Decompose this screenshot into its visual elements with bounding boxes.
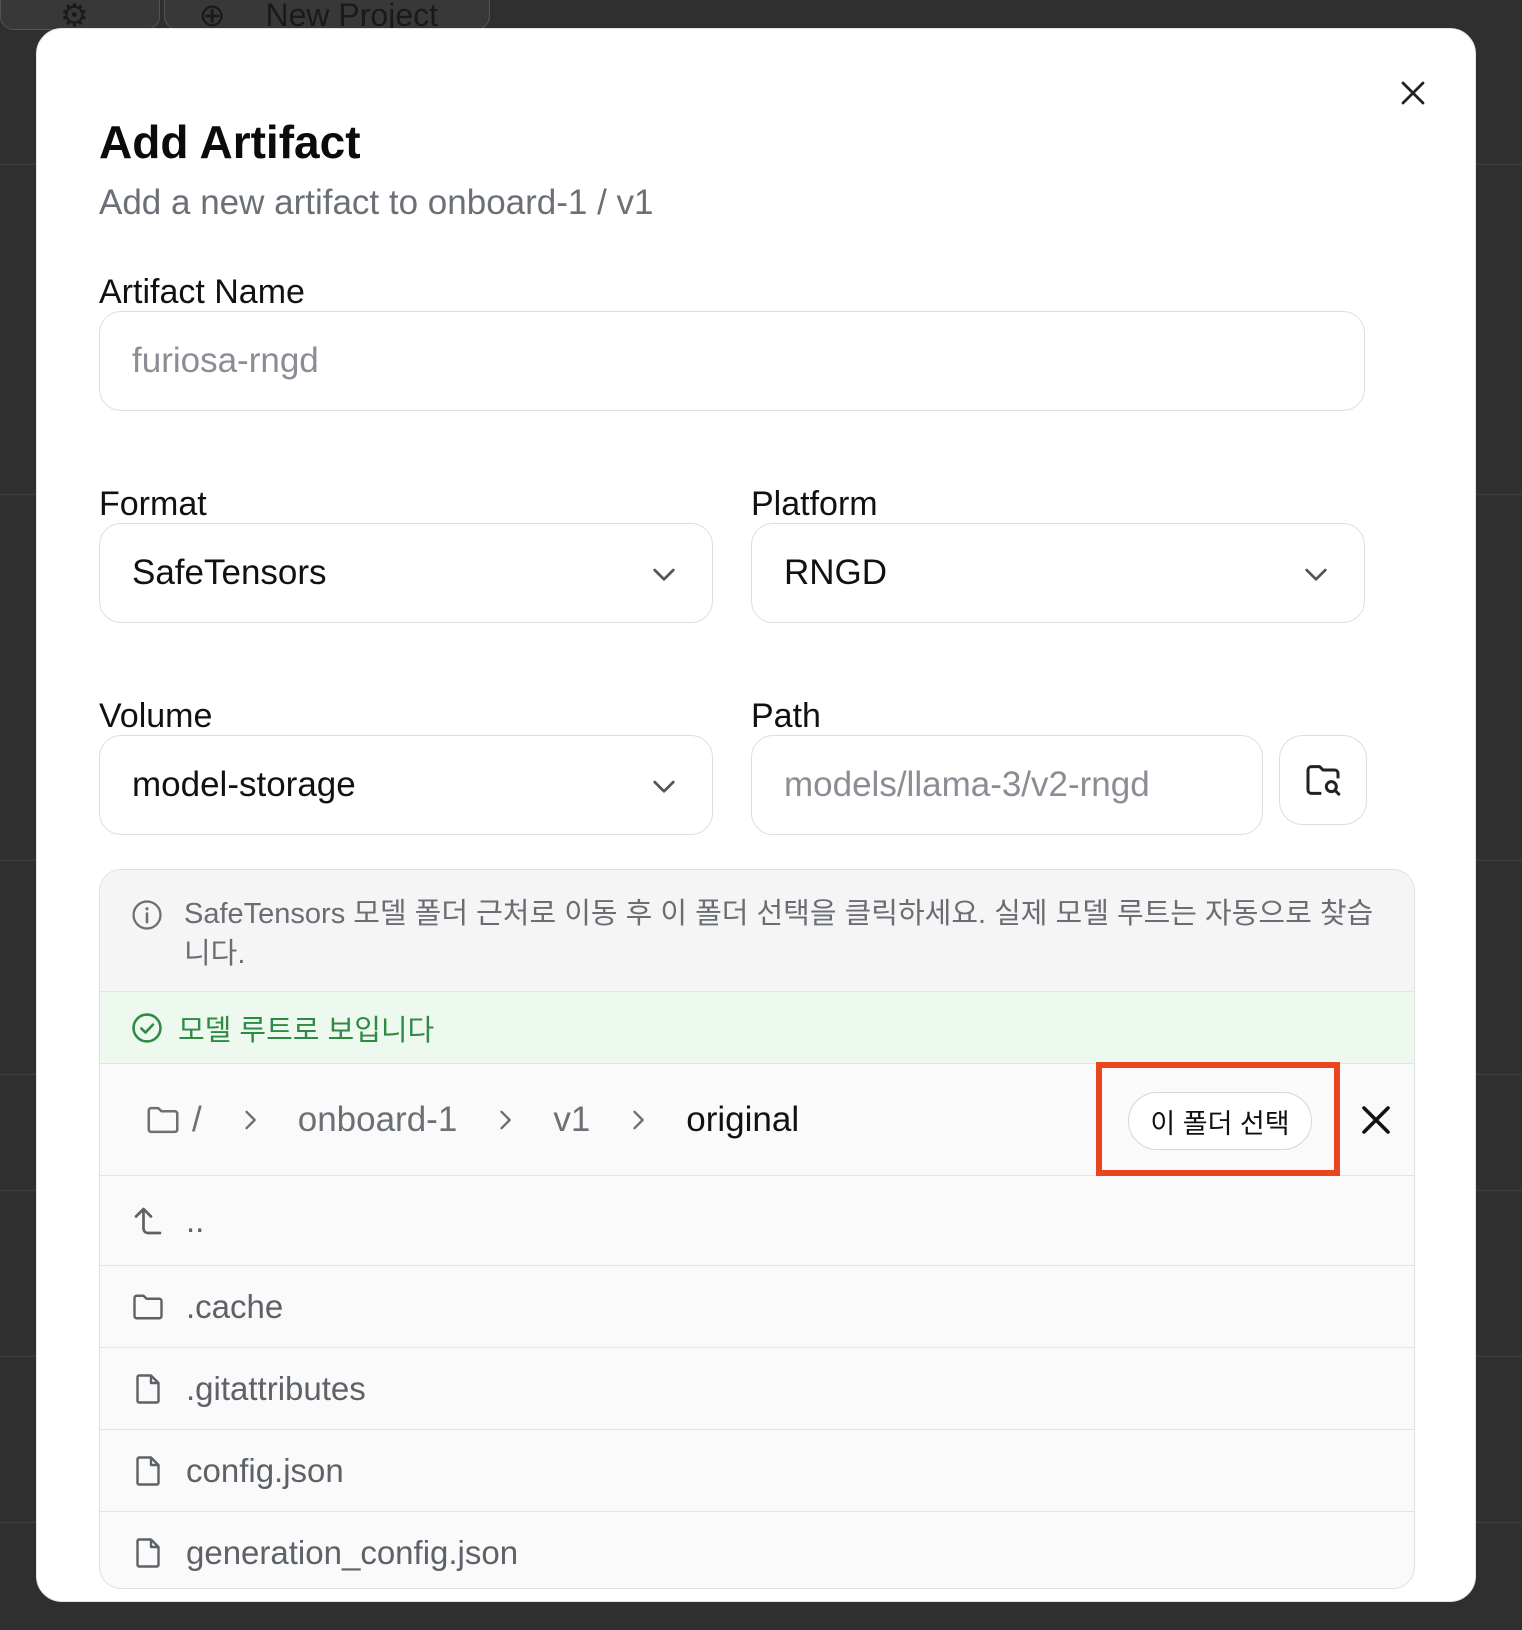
platform-label: Platform <box>751 485 878 523</box>
list-item[interactable]: .gitattributes <box>100 1348 1414 1430</box>
folder-browser: SafeTensors 모델 폴더 근처로 이동 후 이 폴더 선택을 클릭하세… <box>99 869 1415 1589</box>
path-label: Path <box>751 697 821 735</box>
success-banner: 모델 루트로 보입니다 <box>100 992 1414 1064</box>
close-button[interactable] <box>1393 73 1433 113</box>
folder-search-icon <box>1306 765 1341 796</box>
close-icon <box>1401 81 1425 105</box>
list-item-name: .cache <box>186 1287 284 1325</box>
platform-select[interactable]: RNGD <box>751 523 1365 623</box>
success-text: 모델 루트로 보입니다 <box>178 1014 435 1047</box>
folder-icon <box>133 1294 163 1319</box>
chevron-right-icon <box>245 1110 256 1129</box>
file-icon <box>136 1455 160 1486</box>
volume-select[interactable]: model-storage <box>99 735 713 835</box>
chevron-right-icon <box>500 1110 512 1129</box>
breadcrumb-v1[interactable]: v1 <box>553 1100 590 1140</box>
file-icon <box>136 1537 160 1568</box>
info-text: SafeTensors 모델 폴더 근처로 이동 후 이 폴더 선택을 클릭하세… <box>184 898 1374 970</box>
dialog-subtitle: Add a new artifact to onboard-1 / v1 <box>99 183 654 222</box>
info-icon <box>132 900 162 930</box>
artifact-name-input[interactable]: furiosa-rngd <box>99 311 1365 411</box>
list-item-name: config.json <box>186 1451 344 1489</box>
list-item[interactable]: config.json <box>100 1430 1414 1512</box>
list-item[interactable]: generation_config.json <box>100 1512 1414 1588</box>
chevron-down-icon <box>1305 568 1327 581</box>
format-value: SafeTensors <box>132 553 327 592</box>
breadcrumb-current: original <box>686 1099 800 1139</box>
close-icon[interactable] <box>1358 1102 1394 1138</box>
bg-topbar: ⚙ ⊕ New Project <box>60 0 438 33</box>
parent-directory-label: .. <box>186 1201 205 1239</box>
chevron-down-icon <box>653 568 675 581</box>
list-item[interactable]: .cache <box>100 1266 1414 1348</box>
artifact-name-label: Artifact Name <box>99 273 305 311</box>
format-select[interactable]: SafeTensors <box>99 523 713 623</box>
corner-left-up-icon <box>134 1207 162 1234</box>
file-icon <box>136 1373 160 1404</box>
breadcrumb-root[interactable]: / <box>192 1100 202 1140</box>
browse-folder-button[interactable] <box>1279 735 1367 825</box>
chevron-right-icon <box>633 1110 645 1129</box>
dialog-title: Add Artifact <box>99 116 361 168</box>
list-item-name: .gitattributes <box>186 1369 366 1407</box>
parent-directory-row[interactable]: .. <box>100 1176 1414 1266</box>
platform-value: RNGD <box>784 553 888 592</box>
list-item-name: generation_config.json <box>186 1533 519 1571</box>
format-label: Format <box>99 485 207 523</box>
breadcrumb-onboard[interactable]: onboard-1 <box>298 1100 458 1140</box>
volume-label: Volume <box>99 697 213 735</box>
check-circle-icon <box>132 1012 162 1043</box>
info-banner: SafeTensors 모델 폴더 근처로 이동 후 이 폴더 선택을 클릭하세… <box>100 870 1414 992</box>
folder-icon <box>147 1106 179 1133</box>
volume-value: model-storage <box>132 765 356 804</box>
artifact-name-placeholder: furiosa-rngd <box>132 341 319 380</box>
breadcrumb: / onboard-1 v1 original 이 폴더 선택 <box>100 1062 1414 1176</box>
add-artifact-dialog: Add Artifact Add a new artifact to onboa… <box>36 28 1476 1602</box>
highlight-box: 이 폴더 선택 <box>1096 1062 1340 1176</box>
path-input[interactable]: models/llama-3/v2-rngd <box>751 735 1263 835</box>
path-placeholder: models/llama-3/v2-rngd <box>784 765 1150 804</box>
select-folder-button[interactable]: 이 폴더 선택 <box>1128 1092 1312 1150</box>
chevron-down-icon <box>653 780 675 793</box>
